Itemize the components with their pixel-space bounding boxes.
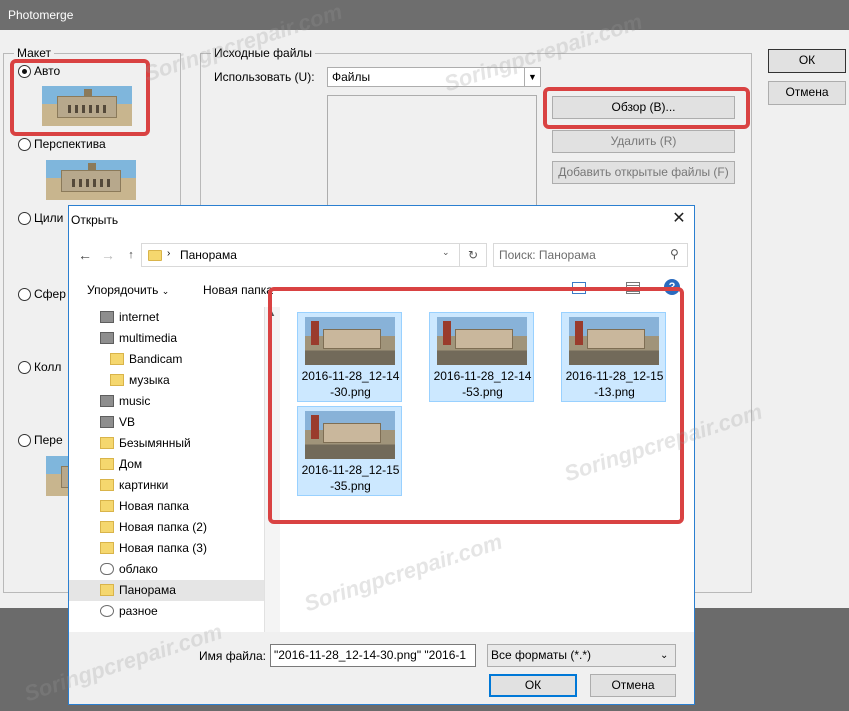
drive-icon bbox=[100, 332, 114, 344]
file-type-value: Все форматы (*.*) bbox=[491, 648, 592, 662]
sidebar-item-selected[interactable]: Панорама bbox=[69, 580, 264, 601]
search-box[interactable]: Поиск: Панорама ⚲ bbox=[493, 243, 688, 267]
use-select-value: Файлы bbox=[332, 70, 371, 84]
folder-icon bbox=[110, 353, 124, 365]
sidebar-list: internet multimedia Bandicam музыка musi… bbox=[69, 307, 264, 622]
forward-arrow-icon[interactable]: → bbox=[98, 245, 118, 265]
sidebar-item-label: разное bbox=[119, 604, 158, 618]
sync-icon bbox=[100, 605, 114, 617]
sidebar-item[interactable]: Дом bbox=[69, 454, 264, 475]
filename-label: Имя файла: bbox=[199, 649, 266, 663]
pm-cancel-button[interactable]: Отмена bbox=[768, 81, 846, 105]
folder-icon bbox=[110, 374, 124, 386]
radio-perspective[interactable] bbox=[18, 138, 31, 151]
layout-thumb-perspective bbox=[46, 160, 136, 200]
folder-icon bbox=[100, 500, 114, 512]
sidebar-item[interactable]: VB bbox=[69, 412, 264, 433]
radio-collage[interactable] bbox=[18, 361, 31, 374]
open-dialog-titlebar[interactable]: Открыть ✕ bbox=[69, 206, 694, 233]
back-arrow-icon[interactable]: ← bbox=[75, 245, 95, 265]
layout-option-label: Колл bbox=[34, 360, 62, 374]
sidebar-item[interactable]: Bandicam bbox=[69, 349, 264, 370]
photomerge-title: Photomerge bbox=[8, 8, 74, 22]
folder-icon bbox=[100, 479, 114, 491]
sidebar-item-label: Новая папка (2) bbox=[119, 520, 207, 534]
sidebar-item[interactable]: картинки bbox=[69, 475, 264, 496]
sidebar-item-label: облако bbox=[119, 562, 158, 576]
drive-icon bbox=[100, 416, 114, 428]
use-label: Использовать (U): bbox=[214, 70, 315, 84]
sidebar-item[interactable]: Новая папка (3) bbox=[69, 538, 264, 559]
layout-option-label: Перспектива bbox=[34, 137, 106, 151]
address-bar[interactable]: › Панорама ⌄ bbox=[141, 243, 487, 267]
sidebar-item-label: Безымянный bbox=[119, 436, 191, 450]
drive-icon bbox=[100, 311, 114, 323]
layout-group-label: Макет bbox=[14, 46, 54, 60]
sidebar-item[interactable]: Новая папка bbox=[69, 496, 264, 517]
address-folder: Панорама bbox=[180, 248, 237, 262]
sidebar-item-label: картинки bbox=[119, 478, 169, 492]
folder-icon bbox=[100, 458, 114, 470]
add-open-files-button[interactable]: Добавить открытые файлы (F) bbox=[552, 161, 735, 184]
chevron-down-icon: ⌄ bbox=[660, 650, 669, 661]
radio-reposition[interactable] bbox=[18, 434, 31, 447]
layout-option-label: Цили bbox=[34, 211, 64, 225]
search-input[interactable]: Поиск: Панорама bbox=[499, 248, 596, 262]
highlight-auto bbox=[10, 59, 150, 136]
sidebar-item[interactable]: музыка bbox=[69, 370, 264, 391]
pm-ok-button[interactable]: ОК bbox=[768, 49, 846, 73]
file-type-select[interactable]: Все форматы (*.*) ⌄ bbox=[487, 644, 676, 667]
sidebar-item-label: Новая папка (3) bbox=[119, 541, 207, 555]
open-cancel-button[interactable]: Отмена bbox=[590, 674, 676, 697]
sidebar-item[interactable]: Новая папка (2) bbox=[69, 517, 264, 538]
sidebar-item-label: music bbox=[119, 394, 151, 408]
sidebar-item[interactable]: multimedia bbox=[69, 328, 264, 349]
sidebar-item[interactable]: music bbox=[69, 391, 264, 412]
radio-cylindrical[interactable] bbox=[18, 212, 31, 225]
layout-option-label: Пере bbox=[34, 433, 63, 447]
sidebar-item-label: internet bbox=[119, 310, 160, 324]
organize-label: Упорядочить bbox=[87, 283, 159, 297]
sidebar-item-label: VB bbox=[119, 415, 136, 429]
sidebar-item-label: Дом bbox=[119, 457, 143, 471]
chevron-down-icon: ⌄ bbox=[161, 286, 170, 296]
drive-icon bbox=[100, 395, 114, 407]
filename-input[interactable]: "2016-11-28_12-14-30.png" "2016-1 bbox=[270, 644, 476, 667]
folder-icon bbox=[100, 584, 114, 596]
up-arrow-icon[interactable]: ↑ bbox=[121, 245, 141, 265]
navigation-pane: internet multimedia Bandicam музыка musi… bbox=[69, 307, 281, 632]
sidebar-item-label: Новая папка bbox=[119, 499, 189, 513]
sidebar-item-label: музыка bbox=[129, 373, 170, 387]
folder-icon bbox=[100, 542, 114, 554]
breadcrumb-chevron-icon: › bbox=[167, 248, 171, 259]
highlight-files bbox=[268, 287, 684, 524]
cloud-icon bbox=[100, 563, 114, 575]
sidebar-item[interactable]: Безымянный bbox=[69, 433, 264, 454]
new-folder-button[interactable]: Новая папка bbox=[203, 283, 273, 297]
organize-button[interactable]: Упорядочить ⌄ bbox=[87, 283, 169, 297]
layout-option-label: Сфер bbox=[34, 287, 66, 301]
sidebar-item[interactable]: облако bbox=[69, 559, 264, 580]
folder-icon bbox=[100, 437, 114, 449]
highlight-browse bbox=[543, 87, 750, 129]
sidebar-item-label: Bandicam bbox=[129, 352, 183, 366]
remove-button[interactable]: Удалить (R) bbox=[552, 130, 735, 153]
radio-spherical[interactable] bbox=[18, 288, 31, 301]
sidebar-item-label: multimedia bbox=[119, 331, 178, 345]
sidebar-item[interactable]: internet bbox=[69, 307, 264, 328]
chevron-down-icon[interactable]: ⌄ bbox=[442, 247, 450, 258]
sidebar-item-label: Панорама bbox=[119, 583, 176, 597]
open-ok-button[interactable]: ОК bbox=[489, 674, 577, 697]
sidebar-item[interactable]: разное bbox=[69, 601, 264, 622]
close-icon[interactable]: ✕ bbox=[667, 208, 691, 230]
photomerge-titlebar[interactable]: Photomerge bbox=[0, 0, 849, 30]
open-dialog-title: Открыть bbox=[71, 213, 119, 227]
folder-icon bbox=[100, 521, 114, 533]
search-icon: ⚲ bbox=[670, 247, 679, 261]
refresh-icon[interactable]: ↻ bbox=[459, 243, 487, 267]
navigation-bar: ← → ↑ › Панорама ⌄ ↻ Поиск: Панорама ⚲ bbox=[69, 233, 694, 273]
folder-icon bbox=[148, 250, 162, 261]
